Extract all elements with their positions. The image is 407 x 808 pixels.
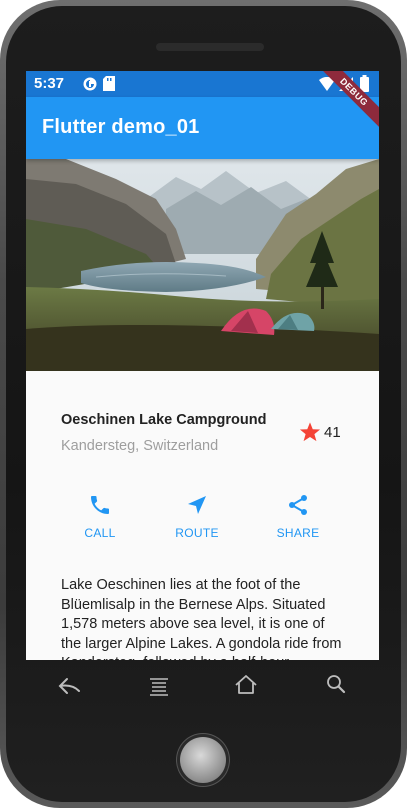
- star-icon[interactable]: [299, 421, 321, 443]
- share-button[interactable]: SHARE: [258, 493, 338, 548]
- call-label: CALL: [84, 526, 116, 540]
- app-bar: Flutter demo_01: [26, 97, 379, 159]
- status-time: 5:37: [34, 75, 65, 92]
- app-title: Flutter demo_01: [42, 116, 200, 138]
- sd-card-icon: [103, 76, 115, 91]
- earpiece-speaker: [156, 43, 264, 51]
- phone-icon: [91, 496, 109, 514]
- lake-landscape-illustration: [26, 159, 379, 371]
- app-screen: 5:37 Flutter demo_01 DEBUG Oeschinen Lak…: [26, 71, 379, 660]
- search-icon[interactable]: [323, 673, 349, 695]
- place-location: Kandersteg, Switzerland: [61, 438, 219, 454]
- home-icon[interactable]: [233, 673, 259, 695]
- call-button[interactable]: CALL: [60, 493, 140, 548]
- description-text: Lake Oeschinen lies at the foot of the B…: [61, 577, 342, 660]
- phone-frame: 5:37 Flutter demo_01 DEBUG Oeschinen Lak…: [0, 0, 407, 808]
- back-arrow-icon[interactable]: [57, 675, 83, 697]
- share-label: SHARE: [276, 526, 320, 540]
- lake-hero-image: [26, 159, 379, 371]
- sync-notification-icon: [83, 77, 97, 91]
- route-button[interactable]: ROUTE: [157, 493, 237, 548]
- hardware-home-button[interactable]: [180, 737, 226, 783]
- menu-icon[interactable]: [146, 675, 172, 697]
- button-section: CALL ROUTE SHARE: [26, 483, 379, 553]
- title-section: Oeschinen Lake Campground Kandersteg, Sw…: [26, 371, 379, 483]
- route-label: ROUTE: [175, 526, 219, 540]
- place-name: Oeschinen Lake Campground: [61, 412, 267, 428]
- share-icon: [289, 495, 307, 515]
- favorite-count: 41: [324, 424, 341, 441]
- navigation-icon: [188, 496, 206, 514]
